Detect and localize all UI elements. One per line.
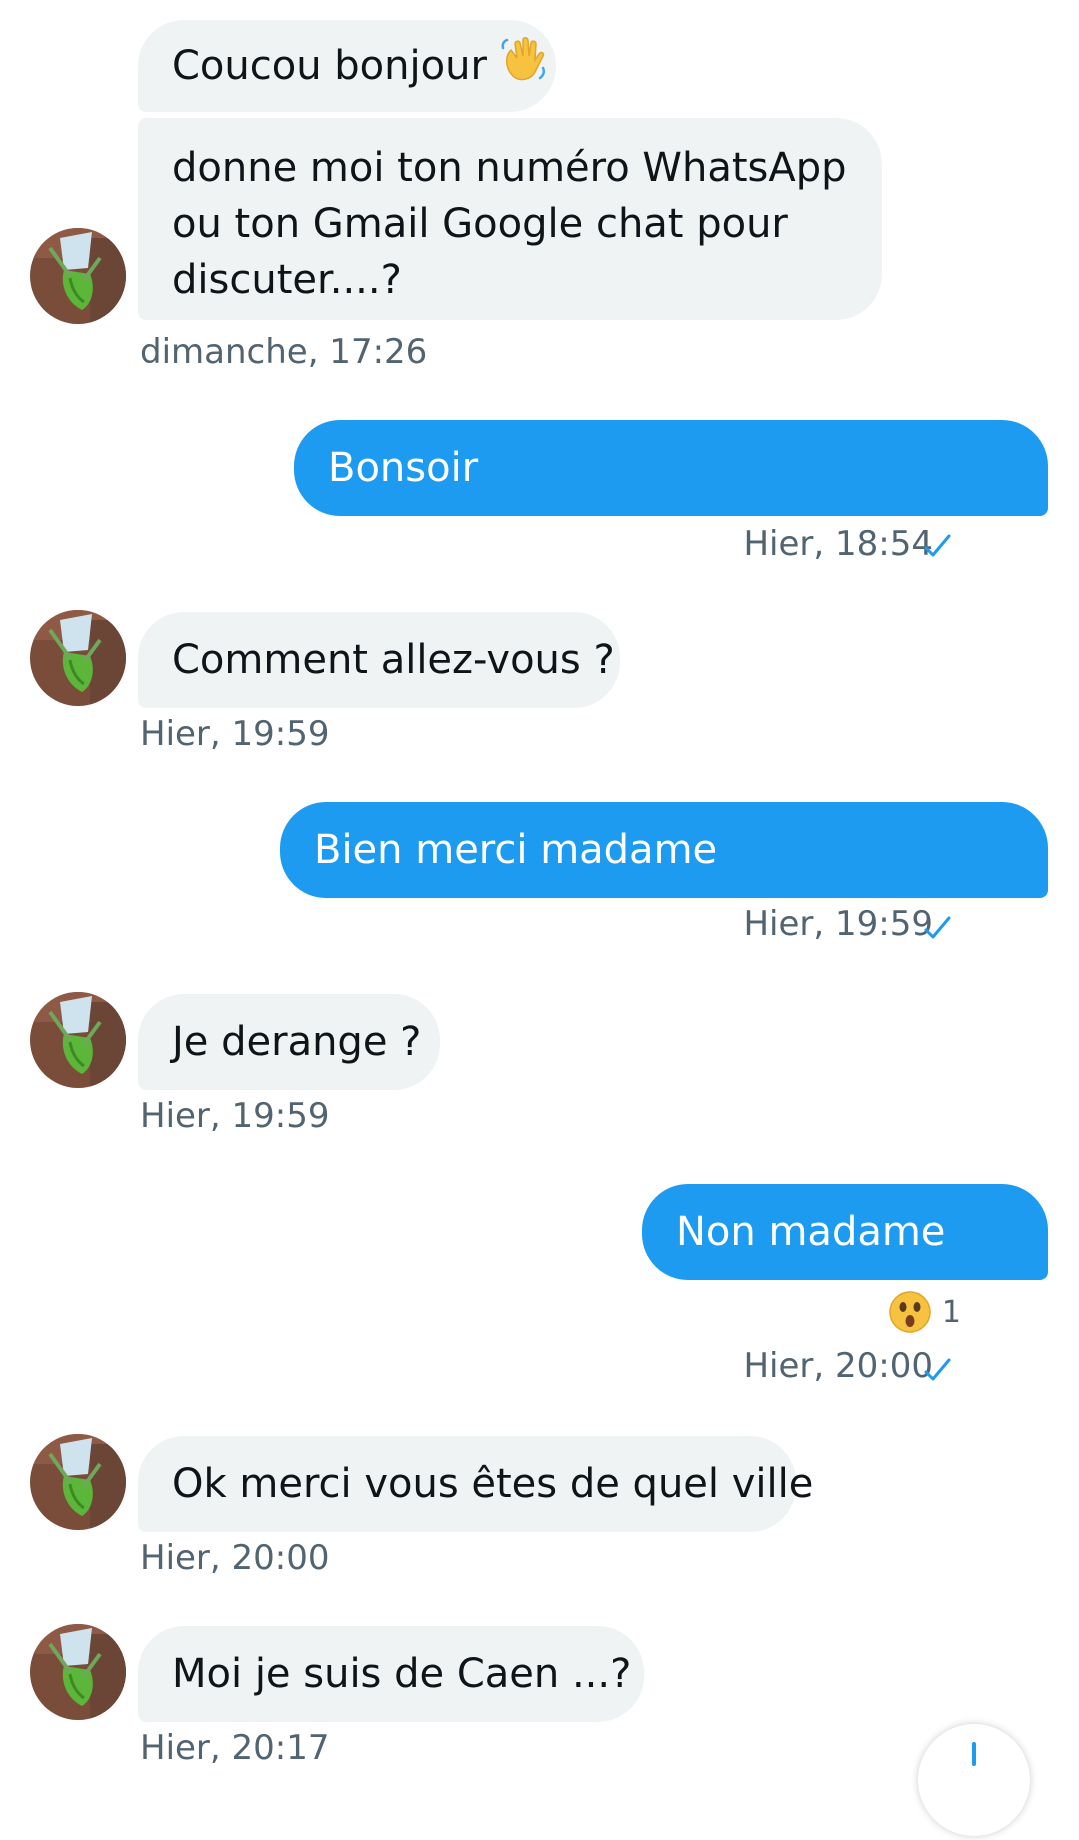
orchid-flower-avatar-icon xyxy=(30,610,126,706)
message-text: donne moi ton numéro WhatsApp ou ton Gma… xyxy=(172,145,847,303)
message-timestamp: Hier, 20:17 xyxy=(140,1728,330,1768)
avatar[interactable] xyxy=(30,610,126,706)
message-text: Ok merci vous êtes de quel ville xyxy=(172,1461,814,1507)
orchid-flower-avatar-icon xyxy=(30,1624,126,1720)
message-text: Je derange ? xyxy=(172,1019,422,1065)
sent-check-icon xyxy=(924,1358,951,1381)
message-text: Moi je suis de Caen ...? xyxy=(172,1651,632,1697)
avatar[interactable] xyxy=(30,1434,126,1530)
avatar[interactable] xyxy=(30,228,126,324)
message-text: Comment allez-vous ? xyxy=(172,637,615,683)
avatar[interactable] xyxy=(30,992,126,1088)
message-timestamp: dimanche, 17:26 xyxy=(140,332,428,372)
message-text: Bonsoir xyxy=(328,445,479,491)
avatar[interactable] xyxy=(30,1624,126,1720)
message-reaction[interactable]: 1 xyxy=(888,1290,961,1334)
message-timestamp: Hier, 19:59 xyxy=(743,904,933,944)
message-timestamp: Hier, 18:54 xyxy=(743,524,933,564)
astonished-face-emoji xyxy=(889,1291,931,1333)
incoming-message-bubble[interactable]: Moi je suis de Caen ...? xyxy=(138,1626,644,1722)
sent-check-icon xyxy=(924,534,951,557)
outgoing-message-bubble[interactable]: Bonsoir xyxy=(294,420,1048,516)
reaction-count: 1 xyxy=(941,1294,961,1330)
orchid-flower-avatar-icon xyxy=(30,228,126,324)
message-timestamp: Hier, 20:00 xyxy=(743,1346,933,1386)
orchid-flower-avatar-icon xyxy=(30,1434,126,1530)
waving-hand-emoji xyxy=(499,34,549,99)
outgoing-message-bubble[interactable]: Non madame xyxy=(642,1184,1048,1280)
conversation-view: Coucou bonjour donne moi ton numéro What… xyxy=(0,0,1079,1836)
scroll-to-bottom-button[interactable] xyxy=(918,1724,1030,1836)
outgoing-message-bubble[interactable]: Bien merci madame xyxy=(280,802,1048,898)
message-text: Non madame xyxy=(676,1209,946,1255)
incoming-message-bubble[interactable]: Je derange ? xyxy=(138,994,440,1090)
incoming-message-bubble[interactable]: donne moi ton numéro WhatsApp ou ton Gma… xyxy=(138,118,882,320)
message-text: Coucou bonjour xyxy=(172,43,487,89)
sent-check-icon xyxy=(924,916,951,939)
arrow-down-icon xyxy=(972,1742,976,1766)
message-timestamp: Hier, 19:59 xyxy=(140,714,330,754)
message-text: Bien merci madame xyxy=(314,827,718,873)
incoming-message-bubble[interactable]: Coucou bonjour xyxy=(138,20,556,112)
message-timestamp: Hier, 20:00 xyxy=(140,1538,330,1578)
incoming-message-bubble[interactable]: Ok merci vous êtes de quel ville xyxy=(138,1436,813,1532)
incoming-message-bubble[interactable]: Comment allez-vous ? xyxy=(138,612,620,708)
message-timestamp: Hier, 19:59 xyxy=(140,1096,330,1136)
orchid-flower-avatar-icon xyxy=(30,992,126,1088)
